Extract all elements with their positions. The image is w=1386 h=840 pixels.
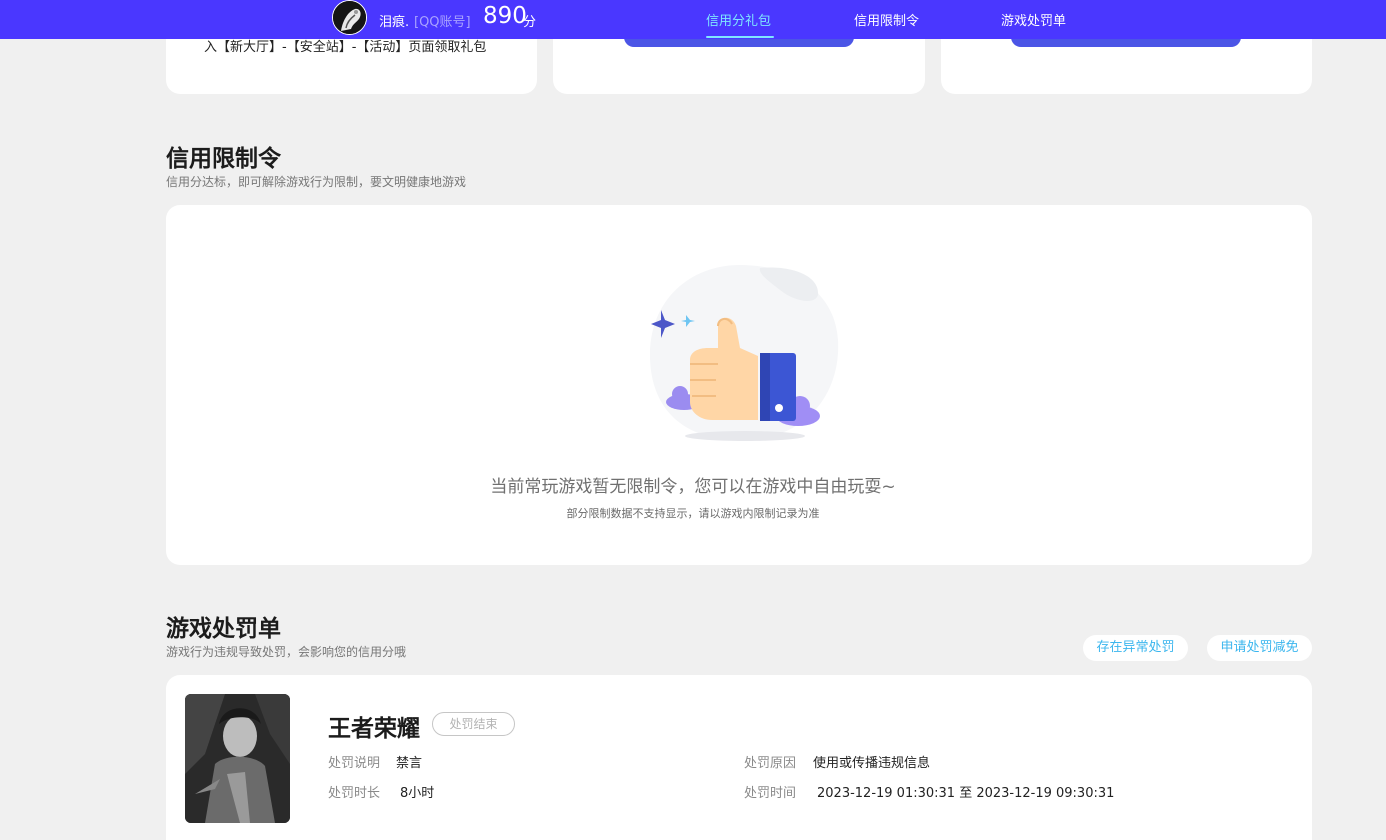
credit-score-unit: 分 <box>523 15 537 30</box>
user-name: 泪痕. <box>379 15 410 30</box>
restriction-section-title: 信用限制令 <box>166 146 281 172</box>
reason-value: 使用或传播违规信息 <box>813 756 931 771</box>
duration-value: 8小时 <box>400 786 435 801</box>
time-value: 2023-12-19 01:30:31 至 2023-12-19 09:30:3… <box>817 786 1115 801</box>
apply-reduction-button[interactable]: 申请处罚减免 <box>1207 635 1312 661</box>
top-nav-bar: 泪痕. [QQ账号] 890 分 信用分礼包 信用限制令 游戏处罚单 <box>0 0 1386 39</box>
page: 入【新大厅】-【安全站】-【活动】页面领取礼包 泪痕. [QQ账号] 890 分… <box>0 0 1386 840</box>
credit-score: 890 <box>483 3 527 29</box>
reason-label: 处罚原因 <box>744 756 797 771</box>
empty-state-message: 当前常玩游戏暂无限制令，您可以在游戏中自由玩耍~ <box>490 477 896 497</box>
empty-state-note: 部分限制数据不支持显示，请以游戏内限制记录为准 <box>566 507 820 520</box>
game-character-image <box>185 694 290 823</box>
account-type-label: [QQ账号] <box>414 15 471 30</box>
duration-label: 处罚时长 <box>328 786 381 801</box>
game-name: 王者荣耀 <box>328 716 420 742</box>
tab-game-punishment[interactable]: 游戏处罚单 <box>1001 10 1066 29</box>
thumbs-up-illustration <box>640 260 845 454</box>
desc-label: 处罚说明 <box>328 756 381 771</box>
restriction-section-subtitle: 信用分达标，即可解除游戏行为限制，要文明健康地游戏 <box>166 175 467 189</box>
desc-value: 禁言 <box>396 756 423 771</box>
tab-credit-restriction[interactable]: 信用限制令 <box>854 10 919 29</box>
punishment-section-title: 游戏处罚单 <box>166 616 281 642</box>
punishment-section-subtitle: 游戏行为违规导致处罚，会影响您的信用分哦 <box>166 645 407 659</box>
status-badge: 处罚结束 <box>432 712 515 736</box>
active-tab-indicator <box>706 36 774 38</box>
avatar[interactable] <box>332 0 367 35</box>
abnormal-punishment-button[interactable]: 存在异常处罚 <box>1083 635 1188 661</box>
tab-credit-gift[interactable]: 信用分礼包 <box>706 10 771 29</box>
time-label: 处罚时间 <box>744 786 797 801</box>
